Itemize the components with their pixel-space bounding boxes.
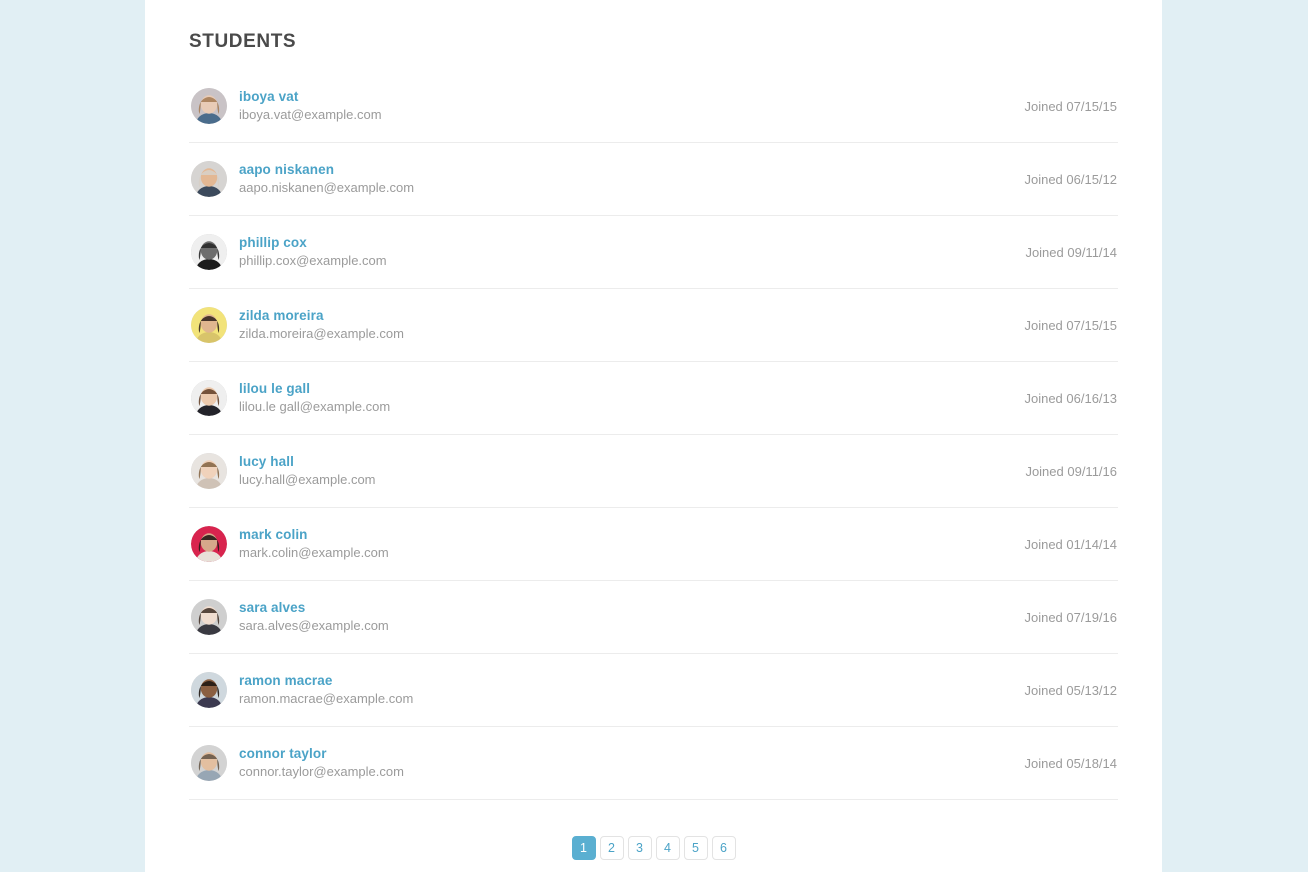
student-row[interactable]: sara alves sara.alves@example.com Joined 0… bbox=[189, 581, 1118, 654]
student-name-link[interactable]: ramon macrae bbox=[239, 673, 1024, 689]
student-row[interactable]: iboya vat iboya.vat@example.com Joined 07/… bbox=[189, 70, 1118, 143]
student-name-link[interactable]: lucy hall bbox=[239, 454, 1025, 470]
content-card: STUDENTS iboya vat iboya.vat@example.com J… bbox=[145, 0, 1162, 872]
avatar-ramon-macrae bbox=[191, 672, 227, 708]
avatar-aapo-niskanen bbox=[191, 161, 227, 197]
pagination-page-4[interactable]: 4 bbox=[655, 836, 680, 860]
avatar-zilda-moreira bbox=[191, 307, 227, 343]
avatar-lilou-le-gall bbox=[191, 380, 227, 416]
student-email: zilda.moreira@example.com bbox=[239, 326, 404, 341]
student-info: ramon macrae ramon.macrae@example.com bbox=[239, 673, 1024, 707]
student-email: aapo.niskanen@example.com bbox=[239, 180, 415, 195]
pagination-page-3[interactable]: 3 bbox=[627, 836, 652, 860]
student-joined-date: Joined 09/11/14 bbox=[1025, 244, 1117, 260]
student-name-link[interactable]: connor taylor bbox=[239, 746, 1024, 762]
student-joined-date: Joined 06/15/12 bbox=[1024, 171, 1117, 187]
student-name-link[interactable]: sara alves bbox=[239, 600, 1024, 616]
avatar-sara-alves bbox=[191, 599, 227, 635]
student-info: aapo niskanen aapo.niskanen@example.com bbox=[239, 162, 1024, 196]
student-row[interactable]: connor taylor connor.taylor@example.com Jo… bbox=[189, 727, 1118, 800]
student-info: phillip cox phillip.cox@example.com bbox=[239, 235, 1025, 269]
student-joined-date: Joined 06/16/13 bbox=[1024, 390, 1117, 406]
avatar-iboya-vat bbox=[191, 88, 227, 124]
pagination-page-6[interactable]: 6 bbox=[711, 836, 736, 860]
student-email: phillip.cox@example.com bbox=[239, 253, 387, 268]
student-email: connor.taylor@example.com bbox=[239, 764, 404, 779]
student-row[interactable]: mark colin mark.colin@example.com Joined 0… bbox=[189, 508, 1118, 581]
student-name-link[interactable]: zilda moreira bbox=[239, 308, 1024, 324]
student-joined-date: Joined 09/11/16 bbox=[1025, 463, 1117, 479]
student-joined-date: Joined 07/15/15 bbox=[1024, 317, 1117, 333]
student-name-link[interactable]: iboya vat bbox=[239, 89, 1024, 105]
student-joined-date: Joined 07/15/15 bbox=[1024, 98, 1117, 114]
student-email: iboya.vat@example.com bbox=[239, 107, 382, 122]
page-title: STUDENTS bbox=[189, 31, 297, 52]
pagination-page-1[interactable]: 1 bbox=[571, 836, 596, 860]
student-row[interactable]: lilou le gall lilou.le gall@example.com Jo… bbox=[189, 362, 1118, 435]
pagination-page-5[interactable]: 5 bbox=[683, 836, 708, 860]
pagination[interactable]: 123456 bbox=[189, 836, 1118, 860]
student-info: lilou le gall lilou.le gall@example.com bbox=[239, 381, 1024, 415]
student-email: lilou.le gall@example.com bbox=[239, 399, 391, 414]
student-list: iboya vat iboya.vat@example.com Joined 07/… bbox=[189, 70, 1118, 800]
pagination-page-2[interactable]: 2 bbox=[599, 836, 624, 860]
student-info: iboya vat iboya.vat@example.com bbox=[239, 89, 1024, 123]
student-name-link[interactable]: mark colin bbox=[239, 527, 1024, 543]
student-row[interactable]: phillip cox phillip.cox@example.com Joined… bbox=[189, 216, 1118, 289]
student-info: connor taylor connor.taylor@example.com bbox=[239, 746, 1024, 780]
student-name-link[interactable]: lilou le gall bbox=[239, 381, 1024, 397]
avatar-mark-colin bbox=[191, 526, 227, 562]
student-name-link[interactable]: phillip cox bbox=[239, 235, 1025, 251]
student-row[interactable]: ramon macrae ramon.macrae@example.com Join… bbox=[189, 654, 1118, 727]
avatar-lucy-hall bbox=[191, 453, 227, 489]
student-row[interactable]: aapo niskanen aapo.niskanen@example.com Jo… bbox=[189, 143, 1118, 216]
page-root: STUDENTS iboya vat iboya.vat@example.com J… bbox=[0, 0, 1308, 872]
student-email: ramon.macrae@example.com bbox=[239, 691, 414, 706]
student-email: lucy.hall@example.com bbox=[239, 472, 376, 487]
student-email: sara.alves@example.com bbox=[239, 618, 389, 633]
student-email: mark.colin@example.com bbox=[239, 545, 389, 560]
student-name-link[interactable]: aapo niskanen bbox=[239, 162, 1024, 178]
student-info: zilda moreira zilda.moreira@example.com bbox=[239, 308, 1024, 342]
student-row[interactable]: zilda moreira zilda.moreira@example.com Jo… bbox=[189, 289, 1118, 362]
student-info: sara alves sara.alves@example.com bbox=[239, 600, 1024, 634]
student-joined-date: Joined 01/14/14 bbox=[1024, 536, 1117, 552]
student-joined-date: Joined 07/19/16 bbox=[1024, 609, 1117, 625]
student-row[interactable]: lucy hall lucy.hall@example.com Joined 09/… bbox=[189, 435, 1118, 508]
avatar-phillip-cox bbox=[191, 234, 227, 270]
student-info: mark colin mark.colin@example.com bbox=[239, 527, 1024, 561]
content-inner: STUDENTS iboya vat iboya.vat@example.com J… bbox=[189, 0, 1118, 860]
student-info: lucy hall lucy.hall@example.com bbox=[239, 454, 1025, 488]
student-joined-date: Joined 05/18/14 bbox=[1024, 755, 1117, 771]
avatar-connor-taylor bbox=[191, 745, 227, 781]
student-joined-date: Joined 05/13/12 bbox=[1024, 682, 1117, 698]
